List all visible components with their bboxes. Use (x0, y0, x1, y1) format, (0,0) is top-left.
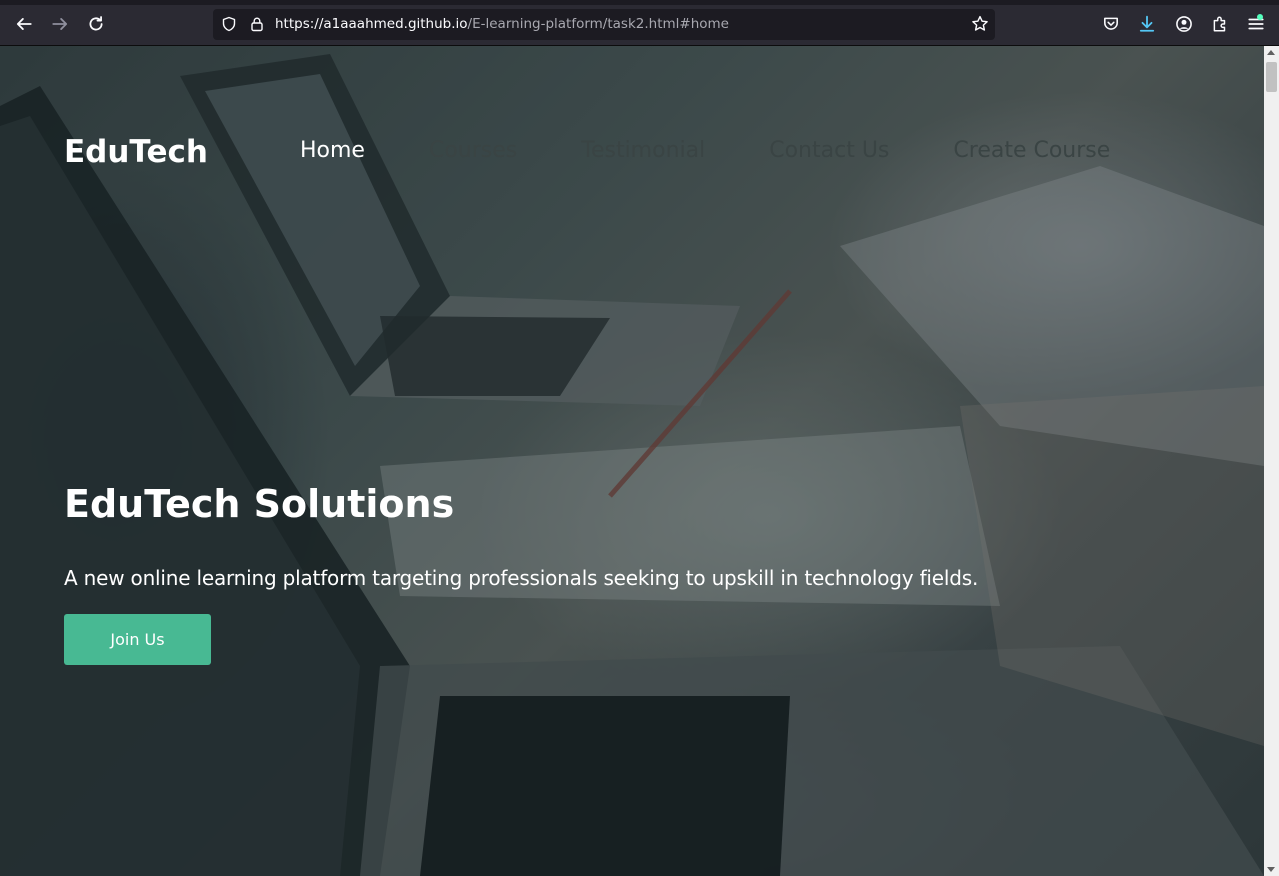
nav-courses[interactable]: Courses (429, 138, 517, 163)
extensions-icon[interactable] (1208, 12, 1232, 36)
back-arrow-icon[interactable] (12, 12, 36, 36)
shield-icon[interactable] (221, 16, 237, 36)
brand-logo[interactable]: EduTech (64, 134, 208, 170)
forward-arrow-icon[interactable] (48, 12, 72, 36)
join-us-button[interactable]: Join Us (64, 614, 211, 665)
scroll-down-arrow-icon[interactable] (1267, 867, 1275, 872)
main-nav: Home Courses Testimonial Contact Us Crea… (300, 138, 1174, 163)
update-badge (1257, 14, 1263, 20)
menu-icon[interactable] (1244, 12, 1268, 36)
address-bar[interactable]: https://a1aaahmed.github.io/E-learning-p… (213, 9, 995, 40)
nav-create-course[interactable]: Create Course (953, 138, 1110, 163)
reload-icon[interactable] (84, 12, 108, 36)
url-text[interactable]: https://a1aaahmed.github.io/E-learning-p… (275, 9, 729, 40)
nav-contact-us[interactable]: Contact Us (769, 138, 889, 163)
page-viewport: EduTech Home Courses Testimonial Contact… (0, 46, 1264, 876)
nav-testimonial[interactable]: Testimonial (581, 138, 705, 163)
hero-overlay (0, 46, 1264, 876)
url-host: https://a1aaahmed.github.io (275, 16, 468, 32)
lock-icon[interactable] (249, 16, 265, 36)
url-path: /E-learning-platform/task2.html#home (467, 16, 729, 32)
scroll-thumb[interactable] (1266, 62, 1277, 92)
browser-toolbar: https://a1aaahmed.github.io/E-learning-p… (0, 0, 1279, 46)
tab-strip-edge (0, 0, 1279, 5)
hero-subtitle: A new online learning platform targeting… (64, 566, 979, 590)
pocket-icon[interactable] (1099, 12, 1123, 36)
bookmark-star-icon[interactable] (971, 15, 989, 37)
scroll-up-arrow-icon[interactable] (1267, 50, 1275, 55)
page-scrollbar[interactable] (1264, 46, 1279, 876)
hero-title: EduTech Solutions (64, 482, 455, 526)
download-icon[interactable] (1135, 12, 1159, 36)
nav-home[interactable]: Home (300, 138, 365, 163)
account-icon[interactable] (1172, 12, 1196, 36)
